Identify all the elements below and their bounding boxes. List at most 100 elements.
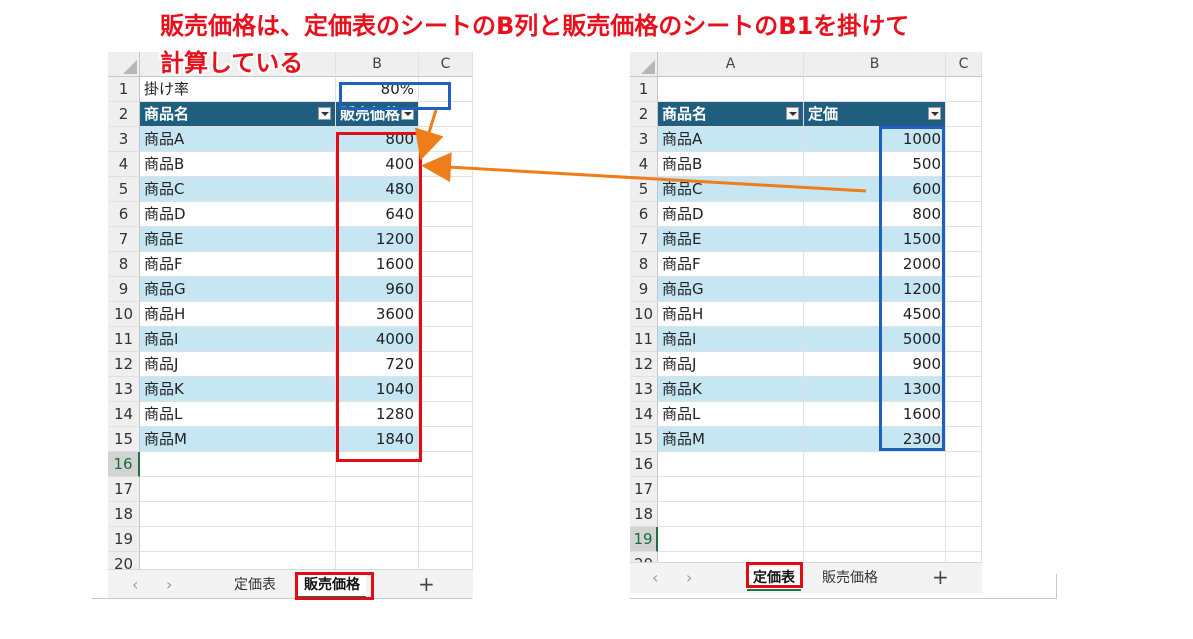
empty-cell[interactable]	[419, 327, 473, 352]
value-cell[interactable]: 500	[804, 152, 946, 177]
value-cell[interactable]	[336, 477, 419, 502]
value-cell[interactable]: 800	[336, 127, 419, 152]
name-cell[interactable]: 商品L	[140, 402, 336, 427]
value-cell[interactable]: 1600	[336, 252, 419, 277]
row-header[interactable]: 15	[630, 427, 658, 452]
name-cell[interactable]: 商品I	[658, 327, 804, 352]
value-cell[interactable]: 640	[336, 202, 419, 227]
arrow-next-icon[interactable]: ›	[686, 567, 692, 589]
name-cell[interactable]	[140, 502, 336, 527]
name-cell[interactable]	[658, 477, 804, 502]
add-sheet-icon[interactable]: +	[418, 572, 435, 596]
value-cell[interactable]	[336, 502, 419, 527]
row-header[interactable]: 2	[630, 102, 658, 127]
empty-cell[interactable]	[419, 352, 473, 377]
value-cell[interactable]: 960	[336, 277, 419, 302]
row-header[interactable]: 16	[630, 452, 658, 477]
name-cell[interactable]: 商品I	[140, 327, 336, 352]
value-cell[interactable]: 1300	[804, 377, 946, 402]
row-header[interactable]: 3	[630, 127, 658, 152]
name-cell[interactable]: 商品K	[658, 377, 804, 402]
name-cell[interactable]: 商品M	[140, 427, 336, 452]
value-cell[interactable]: 1000	[804, 127, 946, 152]
filter-dropdown-icon[interactable]	[786, 107, 799, 120]
name-cell[interactable]	[140, 477, 336, 502]
value-cell[interactable]: 1200	[336, 227, 419, 252]
row-header[interactable]: 18	[630, 502, 658, 527]
empty-cell[interactable]	[946, 477, 982, 502]
row-header[interactable]: 19	[108, 527, 140, 552]
row-header[interactable]: 17	[630, 477, 658, 502]
row-header[interactable]: 1	[108, 77, 140, 102]
value-cell[interactable]: 900	[804, 352, 946, 377]
name-cell[interactable]: 商品K	[140, 377, 336, 402]
empty-cell[interactable]	[946, 252, 982, 277]
value-cell[interactable]: 4500	[804, 302, 946, 327]
empty-cell[interactable]	[946, 327, 982, 352]
value-cell[interactable]: 400	[336, 152, 419, 177]
name-cell[interactable]	[140, 527, 336, 552]
empty-cell[interactable]	[419, 202, 473, 227]
value-cell[interactable]: 5000	[804, 327, 946, 352]
empty-cell[interactable]	[946, 377, 982, 402]
empty-cell[interactable]	[419, 152, 473, 177]
row-header[interactable]: 13	[630, 377, 658, 402]
name-cell[interactable]: 商品C	[140, 177, 336, 202]
value-cell[interactable]	[804, 527, 946, 552]
row-header[interactable]: 13	[108, 377, 140, 402]
empty-cell[interactable]	[419, 377, 473, 402]
empty-cell[interactable]	[419, 427, 473, 452]
name-cell[interactable]: 商品H	[658, 302, 804, 327]
empty-cell[interactable]	[419, 502, 473, 527]
arrow-prev-icon[interactable]: ‹	[652, 567, 658, 589]
row-header[interactable]: 10	[108, 302, 140, 327]
row-header[interactable]: 5	[108, 177, 140, 202]
empty-cell[interactable]	[946, 427, 982, 452]
tab-list-price[interactable]: 定価表	[228, 574, 282, 596]
empty-cell[interactable]	[946, 202, 982, 227]
row-header[interactable]: 7	[108, 227, 140, 252]
name-cell[interactable]: 商品H	[140, 302, 336, 327]
name-cell[interactable]: 商品D	[140, 202, 336, 227]
value-cell[interactable]	[804, 452, 946, 477]
row-header[interactable]: 18	[108, 502, 140, 527]
tab-list-price[interactable]: 定価表	[747, 567, 801, 591]
value-cell[interactable]: 2000	[804, 252, 946, 277]
empty-cell[interactable]	[419, 452, 473, 477]
empty-cell[interactable]	[419, 102, 473, 127]
name-cell[interactable]: 商品A	[658, 127, 804, 152]
row-header[interactable]: 6	[630, 202, 658, 227]
name-cell[interactable]: 商品M	[658, 427, 804, 452]
value-cell[interactable]: 1200	[804, 277, 946, 302]
value-cell[interactable]: 3600	[336, 302, 419, 327]
empty-cell[interactable]	[419, 252, 473, 277]
arrow-next-icon[interactable]: ›	[166, 574, 172, 596]
empty-cell[interactable]	[419, 277, 473, 302]
row-header[interactable]: 14	[108, 402, 140, 427]
name-cell[interactable]: 商品E	[658, 227, 804, 252]
row-header[interactable]: 9	[108, 277, 140, 302]
empty-cell[interactable]	[946, 277, 982, 302]
empty-cell[interactable]	[946, 177, 982, 202]
row-header[interactable]: 9	[630, 277, 658, 302]
row-header[interactable]: 11	[108, 327, 140, 352]
name-cell[interactable]: 商品J	[658, 352, 804, 377]
empty-cell[interactable]	[419, 477, 473, 502]
tab-sales-price[interactable]: 販売価格	[298, 574, 366, 598]
table-header-cell[interactable]: 定価	[804, 102, 946, 127]
name-cell[interactable]: 商品F	[658, 252, 804, 277]
name-cell[interactable]: 商品D	[658, 202, 804, 227]
row-header[interactable]: 19	[630, 527, 658, 552]
value-cell[interactable]: 600	[804, 177, 946, 202]
empty-cell[interactable]	[419, 402, 473, 427]
row-header[interactable]: 4	[108, 152, 140, 177]
value-cell[interactable]	[804, 502, 946, 527]
name-cell[interactable]: 商品G	[658, 277, 804, 302]
empty-cell[interactable]	[419, 527, 473, 552]
name-cell[interactable]: 商品F	[140, 252, 336, 277]
empty-cell[interactable]	[946, 452, 982, 477]
row-header[interactable]: 14	[630, 402, 658, 427]
name-cell[interactable]: 商品B	[658, 152, 804, 177]
empty-cell[interactable]	[946, 402, 982, 427]
row-header[interactable]: 17	[108, 477, 140, 502]
